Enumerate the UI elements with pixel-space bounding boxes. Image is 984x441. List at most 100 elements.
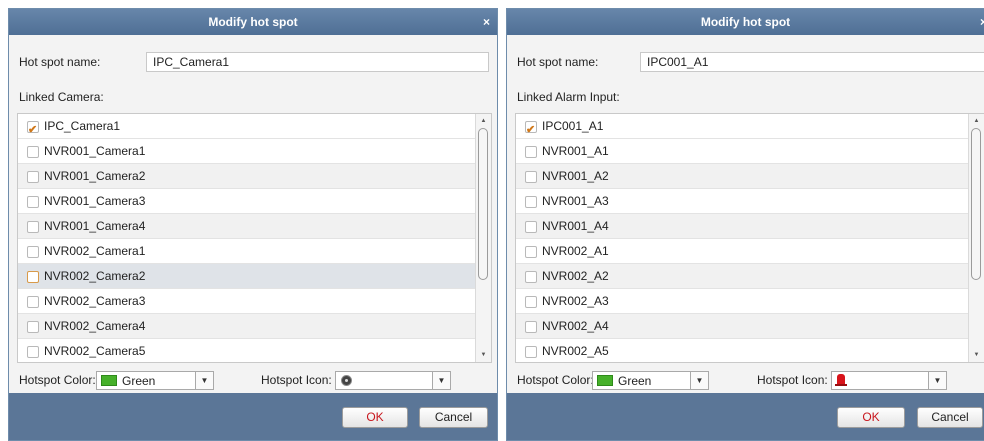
list-item-label: NVR002_A5 xyxy=(542,344,609,358)
list-item[interactable]: NVR001_A1 xyxy=(516,139,968,164)
dialog-title: Modify hot spot xyxy=(208,15,298,29)
list-item-label: NVR002_Camera5 xyxy=(44,344,146,358)
checkbox[interactable] xyxy=(525,196,537,208)
hotspot-color-value: Green xyxy=(122,374,156,388)
checkbox[interactable]: ✔ xyxy=(27,121,39,136)
chevron-down-icon[interactable]: ▼ xyxy=(195,372,213,389)
dialog-title: Modify hot spot xyxy=(700,15,791,29)
linked-alarm-input-label: Linked Alarm Input: xyxy=(517,90,620,104)
chevron-down-icon[interactable]: ▼ xyxy=(928,372,946,389)
linked-alarm-input-list: ✔ IPC001_A1 NVR001_A1 NVR001_A2 NVR001_A3… xyxy=(515,113,984,363)
checkbox[interactable] xyxy=(27,221,39,233)
chevron-down-icon[interactable]: ▼ xyxy=(690,372,708,389)
close-icon[interactable]: × xyxy=(980,9,984,35)
green-swatch-icon xyxy=(597,375,613,386)
chevron-down-icon[interactable]: ▼ xyxy=(432,372,450,389)
list-item[interactable]: NVR001_Camera4 xyxy=(18,214,475,239)
checkbox[interactable]: ✔ xyxy=(525,121,537,136)
scrollbar-thumb[interactable] xyxy=(478,128,488,280)
hot-spot-name-label: Hot spot name: xyxy=(19,55,101,69)
list-item-label: NVR002_Camera1 xyxy=(44,244,146,258)
list-item[interactable]: NVR002_Camera2 xyxy=(18,264,475,289)
list-item-label: NVR002_Camera3 xyxy=(44,294,146,308)
list-item[interactable]: NVR001_A4 xyxy=(516,214,968,239)
list-item[interactable]: ✔ IPC_Camera1 xyxy=(18,114,475,139)
list-item-label: NVR001_A1 xyxy=(542,144,609,158)
list-item[interactable]: NVR001_A3 xyxy=(516,189,968,214)
scroll-down-icon[interactable]: ▼ xyxy=(969,352,984,358)
alarm-light-icon xyxy=(835,374,847,386)
dialog-titlebar: Modify hot spot × xyxy=(507,9,984,35)
list-item-label: NVR001_A4 xyxy=(542,219,609,233)
hot-spot-name-input[interactable]: IPC001_A1 xyxy=(640,52,984,72)
checkbox[interactable] xyxy=(27,171,39,183)
hotspot-color-label: Hotspot Color: xyxy=(517,373,594,387)
list-item[interactable]: NVR002_Camera1 xyxy=(18,239,475,264)
list-item-label: NVR002_A2 xyxy=(542,269,609,283)
modify-hot-spot-dialog-camera: Modify hot spot × Hot spot name: IPC_Cam… xyxy=(8,8,498,441)
hotspot-color-label: Hotspot Color: xyxy=(19,373,96,387)
list-item-label: NVR002_A4 xyxy=(542,319,609,333)
hotspot-color-select[interactable]: Green ▼ xyxy=(96,371,214,390)
checkbox[interactable] xyxy=(27,246,39,258)
checkbox[interactable] xyxy=(525,321,537,333)
list-item-label: NVR001_A3 xyxy=(542,194,609,208)
list-item[interactable]: NVR002_A1 xyxy=(516,239,968,264)
checkbox[interactable] xyxy=(27,296,39,308)
list-scrollbar[interactable]: ▲ ▼ xyxy=(968,114,984,362)
list-item-label: NVR001_Camera1 xyxy=(44,144,146,158)
ok-button[interactable]: OK xyxy=(837,407,905,428)
list-item[interactable]: ✔ IPC001_A1 xyxy=(516,114,968,139)
checkbox[interactable] xyxy=(27,321,39,333)
dialog-footer: OK Cancel xyxy=(9,393,497,440)
list-item-label: NVR001_Camera2 xyxy=(44,169,146,183)
list-item[interactable]: NVR002_A2 xyxy=(516,264,968,289)
list-item-label: IPC_Camera1 xyxy=(44,119,121,133)
checkbox[interactable] xyxy=(27,271,39,283)
hot-spot-name-input[interactable]: IPC_Camera1 xyxy=(146,52,489,72)
dialog-titlebar: Modify hot spot × xyxy=(9,9,497,35)
list-item[interactable]: NVR002_Camera3 xyxy=(18,289,475,314)
checkbox[interactable] xyxy=(525,296,537,308)
checkbox[interactable] xyxy=(525,221,537,233)
list-item[interactable]: NVR001_A2 xyxy=(516,164,968,189)
cancel-button[interactable]: Cancel xyxy=(419,407,488,428)
checkbox[interactable] xyxy=(27,196,39,208)
checkbox[interactable] xyxy=(525,271,537,283)
scroll-up-icon[interactable]: ▲ xyxy=(969,118,984,124)
checkbox[interactable] xyxy=(27,346,39,358)
list-item[interactable]: NVR002_A3 xyxy=(516,289,968,314)
hotspot-icon-select[interactable]: ▼ xyxy=(335,371,451,390)
hotspot-icon-select[interactable]: ▼ xyxy=(831,371,947,390)
list-item-label: NVR001_Camera4 xyxy=(44,219,146,233)
list-item[interactable]: NVR002_A4 xyxy=(516,314,968,339)
scroll-down-icon[interactable]: ▼ xyxy=(476,352,491,358)
camera-icon xyxy=(341,375,352,386)
checkbox[interactable] xyxy=(525,171,537,183)
list-item[interactable]: NVR001_Camera2 xyxy=(18,164,475,189)
green-swatch-icon xyxy=(101,375,117,386)
checkbox[interactable] xyxy=(525,346,537,358)
cancel-button[interactable]: Cancel xyxy=(917,407,983,428)
list-item[interactable]: NVR002_A5 xyxy=(516,339,968,362)
list-item-label: NVR002_A1 xyxy=(542,244,609,258)
hotspot-color-select[interactable]: Green ▼ xyxy=(592,371,709,390)
list-item[interactable]: NVR002_Camera4 xyxy=(18,314,475,339)
hotspot-icon-label: Hotspot Icon: xyxy=(261,373,332,387)
list-item-label: IPC001_A1 xyxy=(542,119,604,133)
list-item-label: NVR002_A3 xyxy=(542,294,609,308)
checkbox[interactable] xyxy=(525,246,537,258)
hotspot-icon-label: Hotspot Icon: xyxy=(757,373,828,387)
scrollbar-thumb[interactable] xyxy=(971,128,981,280)
ok-button[interactable]: OK xyxy=(342,407,408,428)
list-item[interactable]: NVR001_Camera3 xyxy=(18,189,475,214)
checkbox[interactable] xyxy=(27,146,39,158)
scroll-up-icon[interactable]: ▲ xyxy=(476,118,491,124)
dialog-footer: OK Cancel xyxy=(507,393,984,440)
list-scrollbar[interactable]: ▲ ▼ xyxy=(475,114,491,362)
linked-camera-label: Linked Camera: xyxy=(19,90,104,104)
close-icon[interactable]: × xyxy=(483,9,490,35)
list-item[interactable]: NVR002_Camera5 xyxy=(18,339,475,362)
list-item[interactable]: NVR001_Camera1 xyxy=(18,139,475,164)
checkbox[interactable] xyxy=(525,146,537,158)
